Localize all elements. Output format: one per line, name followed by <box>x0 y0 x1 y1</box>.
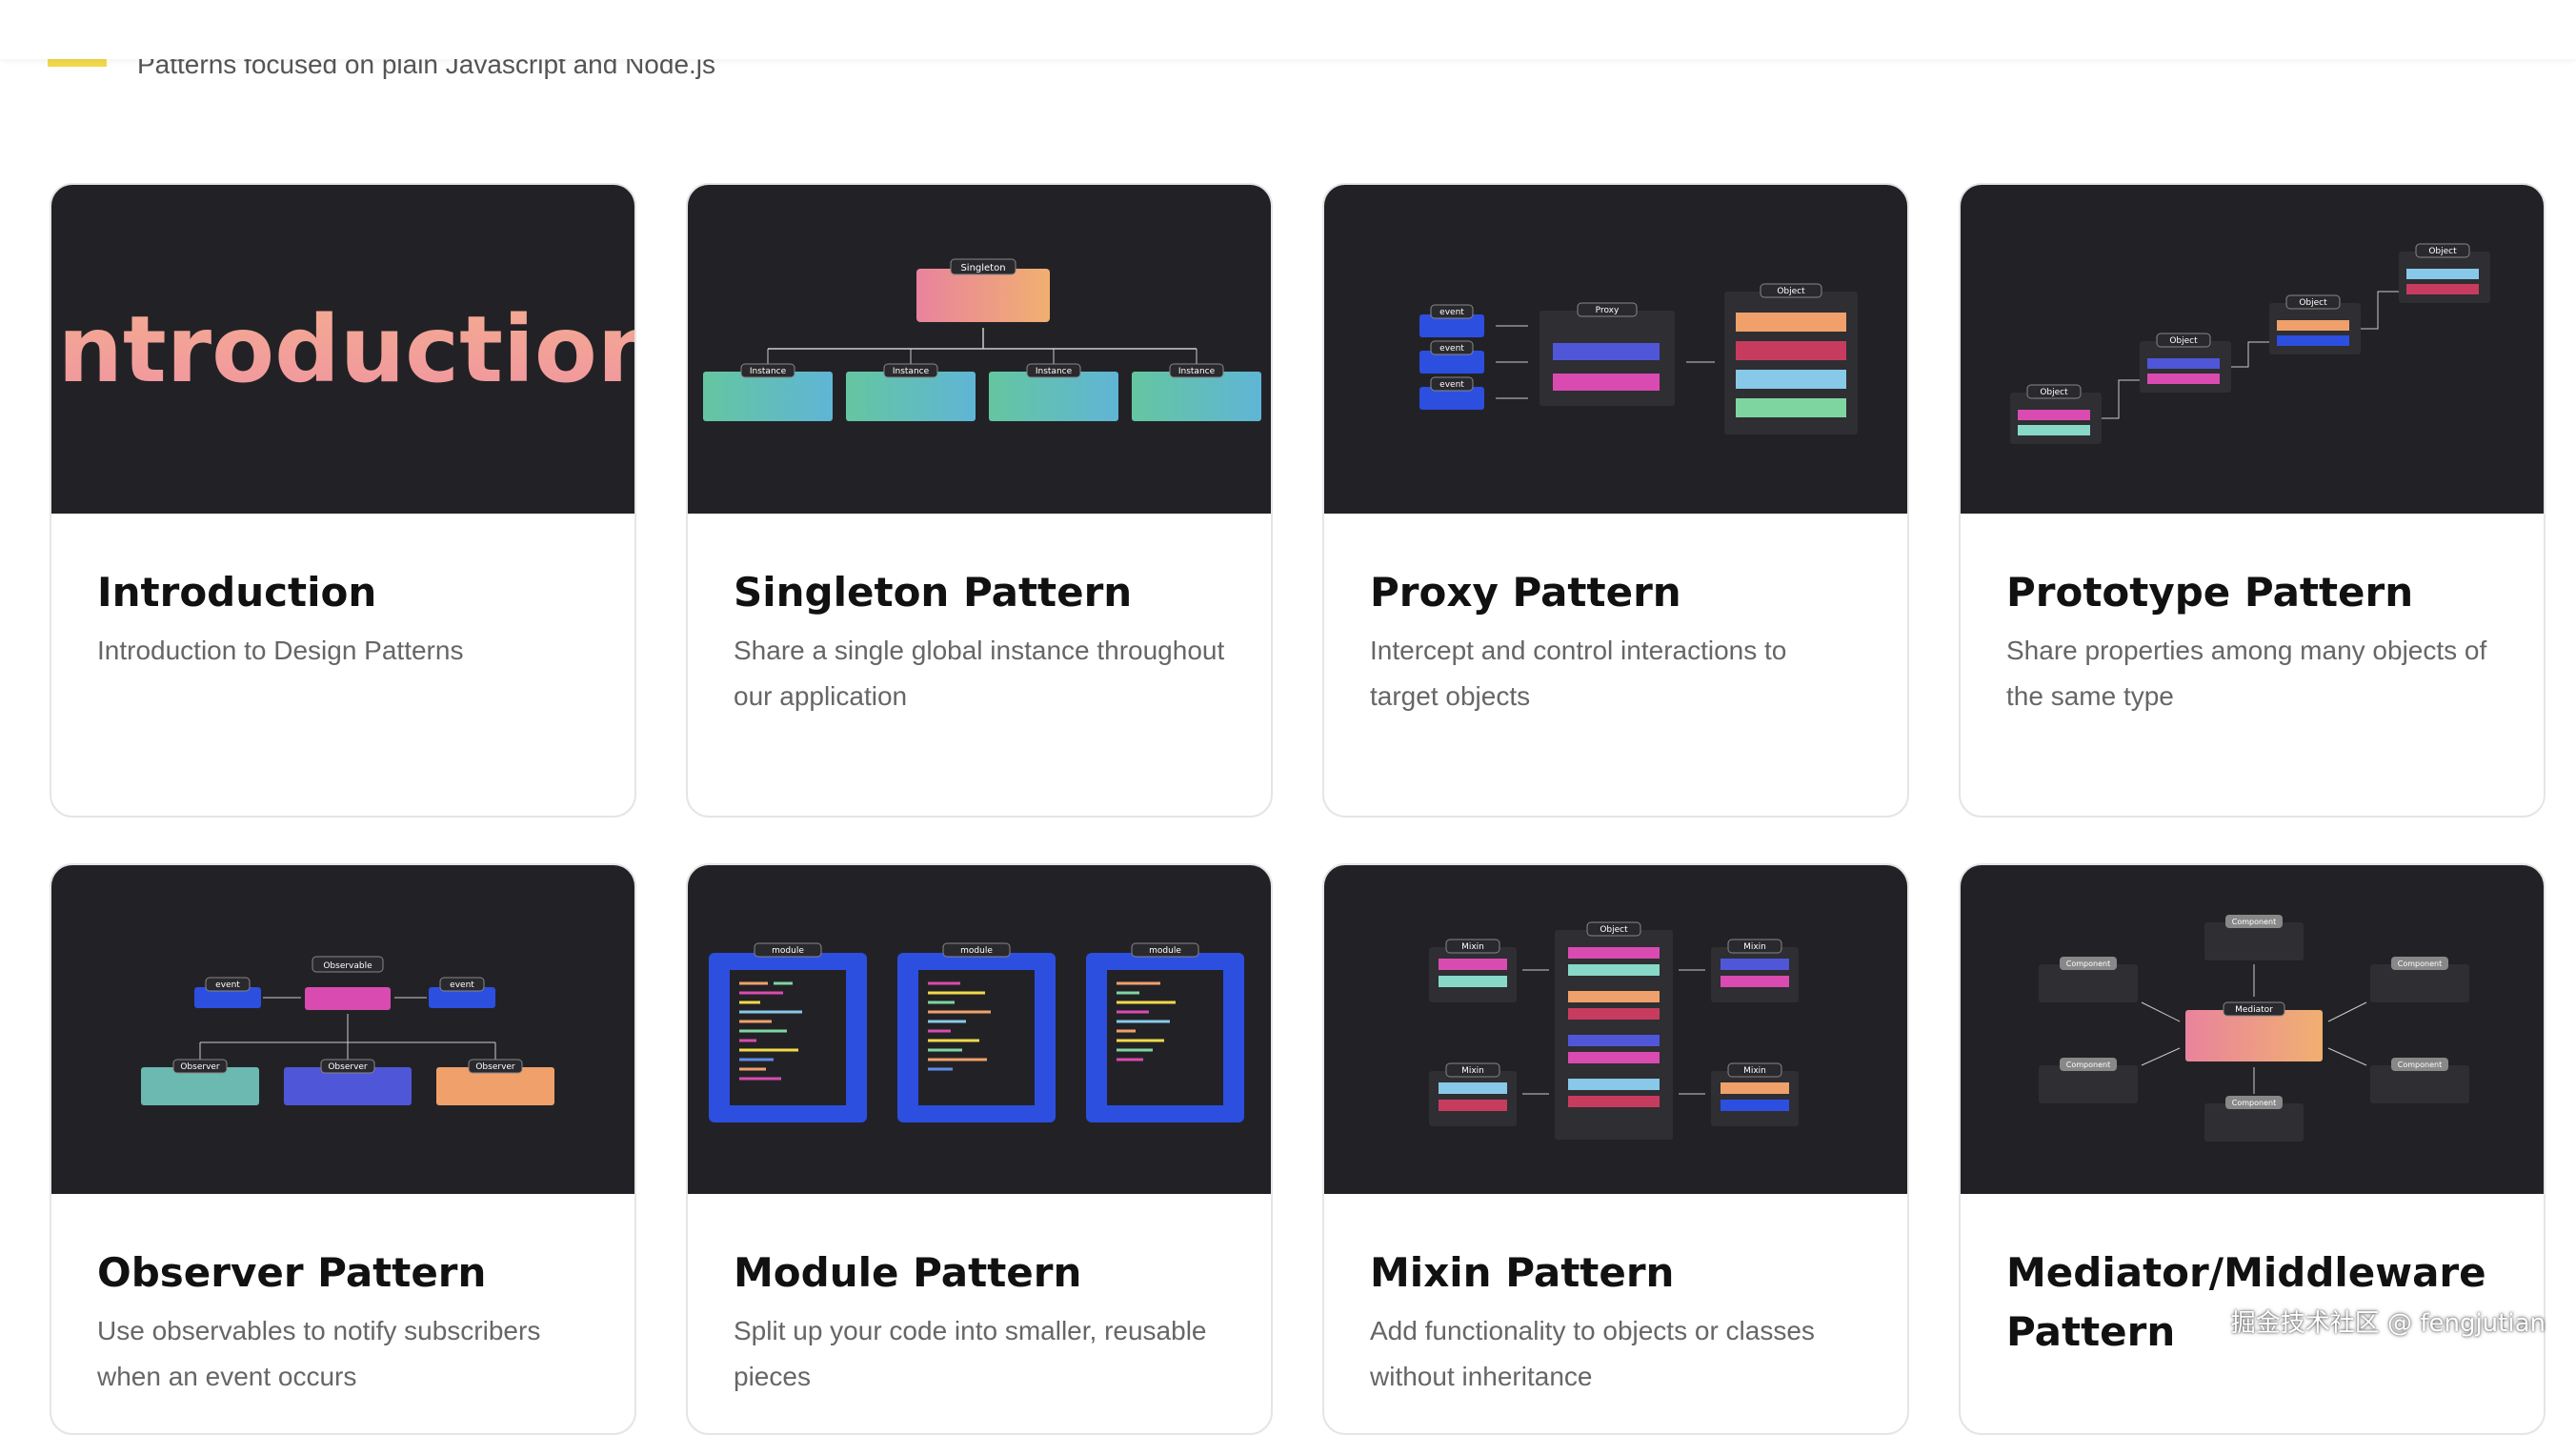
instance-label-2: Instance <box>893 367 930 376</box>
card-description: Share properties among many objects of t… <box>2006 636 2487 711</box>
card-mixin[interactable]: Mixin Mixin Object Mixin Mixin Mixin Pat… <box>1322 863 1909 1435</box>
thumbnail-proxy: event event event Proxy Object <box>1324 185 1907 514</box>
component-label-6: Component <box>2232 1099 2276 1107</box>
card-module[interactable]: module module module Module Pattern Spli… <box>686 863 1273 1435</box>
module-boxes <box>709 942 1244 1122</box>
event-label-3: event <box>1439 380 1464 390</box>
component-label-4: Component <box>2066 1061 2110 1069</box>
card-description: Intercept and control interactions to ta… <box>1370 636 1787 711</box>
prototype-label-1: Object <box>2040 388 2068 397</box>
thumbnail-observer: Observable event event Observer Observer… <box>51 865 634 1194</box>
observer-event-label-2: event <box>450 980 474 990</box>
module-label-2: module <box>960 946 993 956</box>
prototype-objects <box>2010 243 2490 444</box>
card-observer[interactable]: Observable event event Observer Observer… <box>50 863 636 1435</box>
thumbnail-singleton: Singleton Instance Instance Instance Ins… <box>688 185 1271 514</box>
card-introduction[interactable]: Introduction Introduction Introduction t… <box>50 183 636 818</box>
mediator-shapes <box>2039 915 2469 1142</box>
instance-label-4: Instance <box>1178 367 1216 376</box>
card-description: Share a single global instance throughou… <box>734 636 1225 711</box>
watermark-text: 掘金技术社区 @ fengjutian <box>2230 1309 2546 1338</box>
object-label: Object <box>1777 287 1805 296</box>
prototype-diagram: Object Object Object Object <box>2010 243 2490 444</box>
card-prototype[interactable]: Object Object Object Object Prototype Pa… <box>1959 183 2546 818</box>
observer-label-3: Observer <box>475 1062 515 1072</box>
card-title: Proxy Pattern <box>1370 569 1681 616</box>
card-description: Use observables to notify subscribers wh… <box>97 1316 541 1391</box>
card-description: Introduction to Design Patterns <box>97 636 464 665</box>
component-label-3: Component <box>2398 960 2442 968</box>
card-mediator[interactable]: Mediator Component Component Component C… <box>1959 863 2546 1435</box>
thumbnail-introduction: Introduction <box>51 185 634 514</box>
card-proxy[interactable]: event event event Proxy Object Proxy Pat… <box>1322 183 1909 818</box>
mixin-diagram: Mixin Mixin Object Mixin Mixin <box>1429 921 1799 1140</box>
card-title: Prototype Pattern <box>2006 569 2414 616</box>
singleton-diagram: Singleton Instance Instance Instance Ins… <box>703 258 1261 421</box>
component-label-2: Component <box>2066 960 2110 968</box>
card-description: Split up your code into smaller, reusabl… <box>734 1316 1207 1391</box>
observer-event-label-1: event <box>215 980 240 990</box>
instance-boxes <box>703 349 1261 421</box>
observable-label: Observable <box>323 961 372 971</box>
event-label-1: event <box>1439 308 1464 317</box>
card-title: Mixin Pattern <box>1370 1249 1675 1296</box>
event-boxes <box>1419 304 1528 410</box>
intro-thumb-text: Introduction <box>51 185 634 514</box>
prototype-label-4: Object <box>2428 247 2457 256</box>
singleton-label: Singleton <box>960 263 1005 273</box>
mixin-right-label-1: Mixin <box>1743 942 1766 952</box>
component-label-1: Component <box>2232 918 2276 926</box>
card-title: Introduction <box>97 569 377 616</box>
card-title: Module Pattern <box>734 1249 1082 1296</box>
instance-label-1: Instance <box>750 367 787 376</box>
mixin-left-label-2: Mixin <box>1461 1066 1484 1076</box>
module-diagram: module module module <box>709 942 1244 1122</box>
prototype-label-3: Object <box>2299 298 2327 308</box>
mediator-diagram: Mediator Component Component Component C… <box>2039 915 2469 1142</box>
card-title: Singleton Pattern <box>734 569 1133 616</box>
thumbnail-prototype: Object Object Object Object <box>1961 185 2544 514</box>
observer-diagram: Observable event event Observer Observer… <box>141 956 554 1105</box>
module-label-1: module <box>772 946 804 956</box>
object-box <box>1724 283 1858 435</box>
proxy-diagram: event event event Proxy Object <box>1419 283 1858 435</box>
event-label-2: event <box>1439 344 1464 354</box>
mixin-object-label: Object <box>1600 925 1628 935</box>
component-label-5: Component <box>2398 1061 2442 1069</box>
observer-label-1: Observer <box>180 1062 220 1072</box>
module-label-3: module <box>1149 946 1181 956</box>
mixin-shapes <box>1429 921 1799 1140</box>
card-singleton[interactable]: Singleton Instance Instance Instance Ins… <box>686 183 1273 818</box>
instance-label-3: Instance <box>1036 367 1073 376</box>
singleton-box <box>916 269 1050 322</box>
mediator-label: Mediator <box>2235 1005 2273 1015</box>
thumbnail-mediator: Mediator Component Component Component C… <box>1961 865 2544 1194</box>
proxy-box <box>1540 302 1715 406</box>
observer-shapes <box>141 956 554 1105</box>
card-title: Observer Pattern <box>97 1249 487 1296</box>
prototype-label-2: Object <box>2169 336 2198 346</box>
thumbnail-module: module module module <box>688 865 1271 1194</box>
top-navbar <box>0 0 2576 59</box>
card-title: Mediator/Middleware Pattern <box>2006 1249 2486 1355</box>
mixin-left-label-1: Mixin <box>1461 942 1484 952</box>
mixin-right-label-2: Mixin <box>1743 1066 1766 1076</box>
observer-label-2: Observer <box>328 1062 368 1072</box>
proxy-label: Proxy <box>1596 306 1620 315</box>
card-description: Add functionality to objects or classes … <box>1370 1316 1815 1391</box>
thumbnail-mixin: Mixin Mixin Object Mixin Mixin <box>1324 865 1907 1194</box>
